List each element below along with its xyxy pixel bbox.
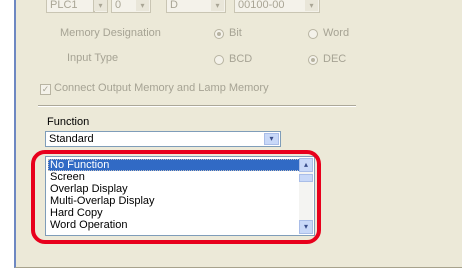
- address-field-value: 00100-00: [238, 0, 285, 11]
- chevron-up-icon[interactable]: ▴: [299, 158, 313, 172]
- function-label: Function: [47, 116, 90, 128]
- scrollbar-thumb[interactable]: [299, 174, 313, 182]
- device-dropdown[interactable]: D ▾: [166, 0, 226, 13]
- device-dropdown-value: D: [170, 0, 178, 11]
- memory-bit-radio[interactable]: [214, 29, 224, 39]
- function-dropdown-value: Standard: [49, 133, 94, 145]
- function-listbox[interactable]: No Function Screen Overlap Display Multi…: [45, 156, 315, 236]
- vertical-scrollbar[interactable]: ▴ ▾: [299, 158, 313, 234]
- plc-dropdown-button[interactable]: ▾: [94, 0, 108, 13]
- list-item[interactable]: No Function: [48, 159, 302, 171]
- input-bcd-radio[interactable]: [214, 55, 224, 65]
- field2-dropdown-value: 0: [115, 0, 122, 11]
- memory-word-label: Word: [323, 27, 350, 39]
- list-item[interactable]: Screen: [48, 171, 302, 183]
- input-dec-radio[interactable]: [308, 55, 318, 65]
- check-icon: ✓: [41, 84, 50, 94]
- plc-dropdown-value: PLC1: [50, 0, 78, 11]
- window-edge-right: [462, 0, 469, 274]
- chevron-down-icon: ▾: [94, 0, 107, 11]
- input-bcd-label: BCD: [229, 53, 253, 65]
- chevron-down-icon: ▾: [305, 0, 318, 11]
- list-item[interactable]: Word Operation: [48, 219, 302, 231]
- address-field[interactable]: 00100-00 ▾: [234, 0, 320, 13]
- memory-word-radio[interactable]: [308, 29, 318, 39]
- connect-memory-label: Connect Output Memory and Lamp Memory: [54, 82, 269, 94]
- input-dec-label: DEC: [323, 53, 347, 65]
- chevron-down-icon: ▾: [211, 0, 224, 11]
- list-item[interactable]: Overlap Display: [48, 183, 302, 195]
- chevron-down-icon[interactable]: ▾: [264, 133, 279, 145]
- section-divider: [38, 105, 356, 107]
- input-type-label: Input Type: [67, 52, 119, 64]
- list-item[interactable]: Hard Copy: [48, 207, 302, 219]
- plc-dropdown[interactable]: PLC1: [46, 0, 94, 13]
- connect-memory-checkbox[interactable]: ✓: [40, 84, 51, 95]
- field2-dropdown[interactable]: 0 ▾: [111, 0, 151, 13]
- chevron-down-icon: ▾: [136, 0, 149, 11]
- memory-designation-label: Memory Designation: [60, 27, 161, 39]
- list-item[interactable]: Multi-Overlap Display: [48, 195, 302, 207]
- chevron-down-icon[interactable]: ▾: [299, 220, 313, 234]
- function-dropdown[interactable]: Standard ▾: [45, 131, 281, 147]
- window-edge: [0, 0, 14, 274]
- memory-bit-label: Bit: [229, 27, 242, 39]
